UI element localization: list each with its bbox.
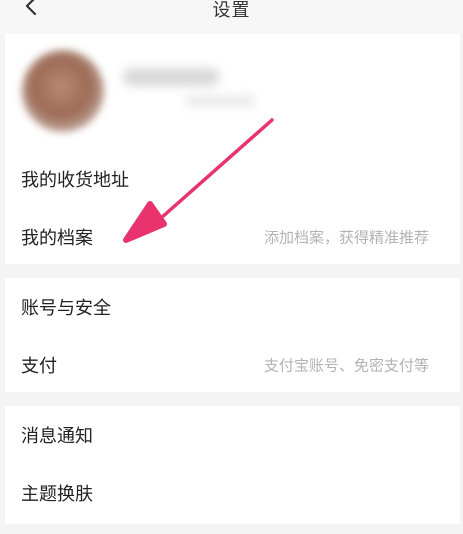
page-title: 设置 xyxy=(212,0,251,21)
row-label: 消息通知 xyxy=(21,426,93,447)
settings-row-payment[interactable]: 支付 支付宝账号、免密支付等 xyxy=(5,336,460,394)
row-hint: 支付宝账号、免密支付等 xyxy=(264,356,430,375)
row-label: 主题换肤 xyxy=(21,484,93,505)
avatar[interactable] xyxy=(22,50,104,132)
settings-row-shipping-address[interactable]: 我的收货地址 xyxy=(5,150,460,208)
settings-group-profile: 我的收货地址 我的档案 添加档案，获得精准推荐 xyxy=(5,142,460,264)
settings-row-my-profile[interactable]: 我的档案 添加档案，获得精准推荐 xyxy=(5,208,460,266)
settings-row-notifications[interactable]: 消息通知 xyxy=(5,406,460,464)
top-navigation-bar: 设置 xyxy=(0,0,463,34)
settings-group-account: 账号与安全 支付 支付宝账号、免密支付等 xyxy=(5,278,460,392)
user-subtitle-blurred xyxy=(185,96,255,106)
row-label: 我的档案 xyxy=(21,228,93,249)
row-hint: 添加档案，获得精准推荐 xyxy=(264,228,430,247)
user-name-blurred xyxy=(123,68,219,86)
row-label: 账号与安全 xyxy=(21,298,111,319)
profile-card[interactable] xyxy=(5,34,460,142)
settings-group-general: 消息通知 主题换肤 xyxy=(5,406,460,524)
settings-row-account-security[interactable]: 账号与安全 xyxy=(5,278,460,336)
row-label: 支付 xyxy=(21,356,57,377)
row-label: 我的收货地址 xyxy=(21,170,129,191)
settings-row-theme[interactable]: 主题换肤 xyxy=(5,464,460,522)
